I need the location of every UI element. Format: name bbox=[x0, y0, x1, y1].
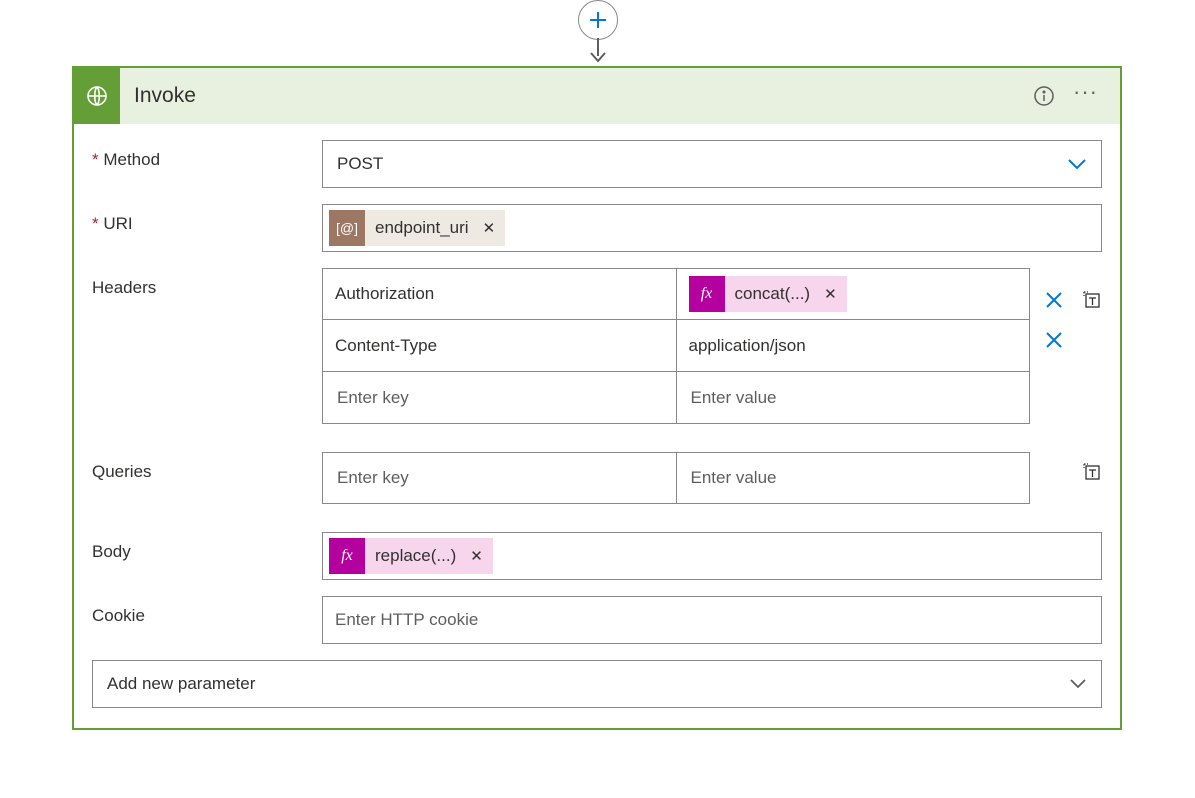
cookie-text-input[interactable] bbox=[329, 602, 1095, 638]
header-value-input[interactable] bbox=[677, 372, 1031, 424]
header-value-cell[interactable]: application/json bbox=[677, 320, 1031, 372]
header-row: Content-Type application/json bbox=[322, 320, 1030, 372]
uri-token[interactable]: [@] endpoint_uri ✕ bbox=[329, 210, 505, 246]
method-value: POST bbox=[337, 154, 383, 174]
header-key-cell[interactable]: Authorization bbox=[322, 268, 677, 320]
cookie-input[interactable] bbox=[322, 596, 1102, 644]
header-key-cell[interactable]: Content-Type bbox=[322, 320, 677, 372]
fx-badge-icon: fx bbox=[329, 538, 365, 574]
header-value-token[interactable]: fx concat(...) ✕ bbox=[689, 276, 847, 312]
header-row-empty bbox=[322, 372, 1030, 424]
add-step-button[interactable] bbox=[578, 0, 618, 40]
query-row-empty bbox=[322, 452, 1030, 504]
token-remove-icon[interactable]: ✕ bbox=[466, 547, 483, 565]
body-input[interactable]: fx replace(...) ✕ bbox=[322, 532, 1102, 580]
token-label: endpoint_uri bbox=[375, 218, 469, 238]
token-remove-icon[interactable]: ✕ bbox=[820, 285, 837, 303]
header-value-cell[interactable]: fx concat(...) ✕ bbox=[677, 268, 1031, 320]
token-label: replace(...) bbox=[375, 546, 456, 566]
param-badge-icon: [@] bbox=[329, 210, 365, 246]
uri-input[interactable]: [@] endpoint_uri ✕ bbox=[322, 204, 1102, 252]
headers-label: Headers bbox=[92, 268, 322, 298]
method-label: Method bbox=[92, 140, 322, 170]
body-token[interactable]: fx replace(...) ✕ bbox=[329, 538, 493, 574]
menu-button[interactable]: ··· bbox=[1073, 79, 1098, 105]
token-remove-icon[interactable]: ✕ bbox=[479, 219, 496, 237]
card-header[interactable]: Invoke ··· bbox=[74, 68, 1120, 124]
query-value-input[interactable] bbox=[677, 452, 1031, 504]
text-mode-button[interactable] bbox=[1082, 462, 1102, 482]
invoke-card: Invoke ··· Method POST bbox=[72, 66, 1122, 730]
add-parameter-label: Add new parameter bbox=[107, 674, 255, 694]
header-key-input[interactable] bbox=[322, 372, 677, 424]
headers-grid: Authorization fx concat(...) ✕ Content-T… bbox=[322, 268, 1030, 424]
http-icon bbox=[74, 68, 120, 124]
chevron-down-icon bbox=[1067, 157, 1087, 171]
info-icon[interactable] bbox=[1033, 85, 1055, 107]
body-label: Body bbox=[92, 532, 322, 562]
queries-grid bbox=[322, 452, 1030, 504]
fx-badge-icon: fx bbox=[689, 276, 725, 312]
queries-label: Queries bbox=[92, 452, 322, 482]
header-row: Authorization fx concat(...) ✕ bbox=[322, 268, 1030, 320]
method-select[interactable]: POST bbox=[322, 140, 1102, 188]
connector-arrow-icon bbox=[588, 38, 608, 64]
text-mode-button[interactable] bbox=[1082, 290, 1102, 310]
delete-header-2-button[interactable] bbox=[1044, 330, 1102, 350]
token-label: concat(...) bbox=[735, 284, 811, 304]
card-title: Invoke bbox=[120, 84, 1033, 108]
chevron-down-icon bbox=[1069, 678, 1087, 690]
cookie-label: Cookie bbox=[92, 596, 322, 626]
query-key-input[interactable] bbox=[322, 452, 677, 504]
uri-label: URI bbox=[92, 204, 322, 234]
add-parameter-select[interactable]: Add new parameter bbox=[92, 660, 1102, 708]
delete-header-1-button[interactable] bbox=[1044, 290, 1064, 310]
